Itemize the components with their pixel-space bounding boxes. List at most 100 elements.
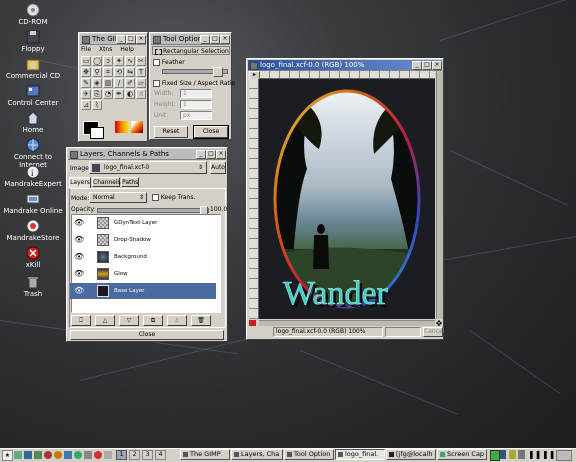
launcher-settings-icon[interactable] [84,451,92,459]
desktop-icon-xkill[interactable]: xKill [0,246,66,269]
menu-help[interactable]: Help [120,46,134,53]
close-button[interactable]: × [216,150,226,159]
battery-monitor-icon[interactable] [490,450,500,461]
launcher-terminal-icon[interactable] [14,451,22,459]
desktop-icon-control-center[interactable]: Control Center [0,84,66,107]
window-menu-icon[interactable] [70,151,78,159]
layer-row-drop-shadow[interactable]: 👁 Drop-Shadow [70,232,216,248]
tab-layers[interactable]: Layers [69,177,91,188]
desktop-icon-mandrake-store[interactable]: MandrakeStore [0,219,66,242]
minimize-button[interactable]: _ [196,150,206,159]
keep-trans-checkbox[interactable] [152,194,159,201]
launcher-music-icon[interactable] [94,451,102,459]
start-menu-button[interactable]: ★ [2,450,13,461]
workspace-2[interactable]: 2 [129,450,140,460]
maximize-button[interactable]: □ [206,150,216,159]
close-button[interactable]: × [432,61,442,70]
task-terminal[interactable]: [jfg@localh [386,449,436,460]
desktop-icon-floppy[interactable]: Floppy [0,30,66,53]
width-field[interactable]: 1 [180,89,212,98]
desktop-icon-cdrom[interactable]: CD-ROM [0,3,66,26]
mixer-icon[interactable] [509,450,516,459]
new-layer-button[interactable]: ⎕ [71,315,91,326]
measure-tool[interactable]: ⊿ [81,100,91,110]
duplicate-layer-button[interactable]: ⧉ [143,315,163,326]
paintbrush-tool[interactable]: ✐ [125,78,135,88]
eye-icon[interactable]: 👁 [74,269,84,279]
tab-paths[interactable]: Paths [121,177,139,187]
close-button[interactable]: Close [193,125,229,139]
eye-icon[interactable]: 👁 [74,218,84,228]
delete-layer-button[interactable]: 🗑 [191,315,211,326]
tab-channels[interactable]: Channels [92,177,121,187]
tool-options-titlebar[interactable]: Tool Options _ □ × [151,34,230,45]
launcher-browser-icon[interactable] [74,451,82,459]
flip-tool[interactable]: ⇋ [125,67,135,77]
path-tool[interactable]: ⌇ [92,100,102,110]
brush-preview[interactable] [115,121,129,133]
mode-select[interactable]: Normal ⇕ [89,192,147,203]
convolve-tool[interactable]: ◔ [103,89,113,99]
window-menu-icon[interactable] [250,62,258,70]
minimize-button[interactable]: _ [200,35,210,44]
gradient-preview[interactable] [131,121,143,133]
fuzzy-select-tool[interactable]: ✦ [114,56,124,66]
menu-xtns[interactable]: Xtns [99,46,112,53]
zoom-tool[interactable]: ⚲ [92,67,102,77]
unit-select[interactable]: px [180,111,212,120]
feather-checkbox[interactable] [153,59,160,66]
raise-layer-button[interactable]: △ [95,315,115,326]
launcher-gnome-icon[interactable] [54,451,62,459]
launcher-lifebuoy-icon[interactable] [44,451,52,459]
color-picker-tool[interactable]: ✎ [81,78,91,88]
cpu-monitor-icon[interactable] [500,450,506,459]
maximize-button[interactable]: □ [210,35,220,44]
layer-row-background[interactable]: 👁 Background [70,249,216,265]
move-tool[interactable]: ✥ [81,67,91,77]
navigate-button[interactable]: ✥ [435,320,443,328]
blend-tool[interactable]: ▥ [103,78,113,88]
text-tool[interactable]: T [136,67,146,77]
smudge-tool[interactable]: ☝ [136,89,146,99]
pause-icon[interactable]: ❚❚ [528,450,541,459]
pencil-tool[interactable]: / [114,78,124,88]
task-layers[interactable]: Layers, Cha [231,449,283,460]
image-select[interactable]: logo_final.xcf-0 ⇕ [89,161,207,174]
height-field[interactable]: 1 [180,100,212,109]
task-tool-options[interactable]: Tool Option [284,449,334,460]
workspace-1[interactable]: 1 [116,450,127,460]
menu-file[interactable]: File [81,46,91,53]
anchor-layer-button[interactable]: ⚓ [167,315,187,326]
desktop-icon-commercial-cd[interactable]: Commercial CD [0,57,66,80]
workspace-3[interactable]: 3 [142,450,153,460]
pause-icon[interactable]: ❚❚ [542,450,555,459]
lower-layer-button[interactable]: ▽ [119,315,139,326]
dodge-burn-tool[interactable]: ◐ [125,89,135,99]
bucket-fill-tool[interactable]: ◈ [92,78,102,88]
eraser-tool[interactable]: ▱ [136,78,146,88]
task-gimp[interactable]: The GIMP [180,449,230,460]
layer-row-base-layer[interactable]: 👁 Base Layer [70,283,216,299]
rect-select-tool[interactable]: ▭ [81,56,91,66]
feather-slider[interactable] [162,67,228,77]
eye-icon[interactable]: 👁 [74,252,84,262]
window-menu-icon[interactable] [153,36,161,44]
background-color-swatch[interactable] [90,127,104,139]
horizontal-ruler[interactable] [259,71,435,79]
maximize-button[interactable]: □ [422,61,432,70]
image-titlebar[interactable]: logo_final.xcf-0.0 (RGB) 100% _ □ × [248,60,442,71]
tray-handle-icon[interactable] [556,450,572,461]
close-button[interactable]: × [220,35,230,44]
task-logo-final[interactable]: logo_final. [335,449,385,460]
auto-button[interactable]: Auto [210,161,226,174]
task-screen-capture[interactable]: Screen Cap [437,449,487,460]
layers-titlebar[interactable]: Layers, Channels & Paths _ □ × [68,149,226,160]
cancel-button[interactable]: Cancel [423,327,444,337]
horizontal-scrollbar[interactable] [259,320,435,326]
launcher-home-icon[interactable] [64,451,72,459]
quickmask-off-button[interactable] [249,320,256,326]
launcher-files-icon[interactable] [24,451,32,459]
layers-close-button[interactable]: Close [70,330,224,340]
maximize-button[interactable]: □ [126,35,136,44]
mail-icon[interactable] [518,450,525,459]
